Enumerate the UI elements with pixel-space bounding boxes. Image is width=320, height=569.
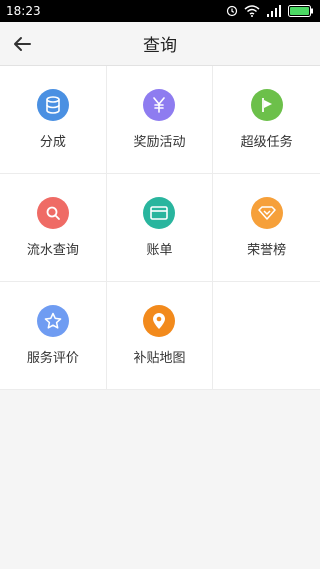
grid-item-subsidy-map[interactable]: 补贴地图	[106, 282, 214, 390]
search-icon	[46, 206, 60, 220]
star-icon	[44, 312, 62, 329]
status-bar: 18:23	[0, 0, 320, 22]
flow-icon-circle	[36, 197, 69, 229]
location-pin-icon	[153, 313, 166, 329]
card-icon	[150, 206, 169, 220]
grid-item-bill[interactable]: 账单	[106, 174, 214, 282]
back-button[interactable]	[10, 32, 34, 56]
share-icon-circle	[36, 89, 69, 121]
grid-item-label: 服务评价	[26, 351, 79, 366]
grid-item-label: 超级任务	[240, 135, 293, 150]
grid-item-label: 账单	[146, 243, 173, 258]
page-title: 查询	[143, 36, 177, 56]
header-bar: 查询	[0, 22, 320, 66]
status-icons	[226, 5, 314, 17]
task-icon-circle	[250, 89, 283, 121]
grid-item-label: 分成	[39, 135, 66, 150]
grid-item-flow-query[interactable]: 流水查询	[0, 174, 107, 282]
reward-icon-circle	[143, 89, 176, 121]
flag-icon	[261, 98, 272, 112]
grid-item-label: 补贴地图	[133, 351, 186, 366]
alarm-icon	[226, 5, 238, 17]
diamond-icon	[257, 206, 276, 220]
grid-item-reward-activity[interactable]: 奖励活动	[106, 66, 214, 174]
database-icon	[46, 96, 60, 114]
map-icon-circle	[143, 305, 176, 337]
signal-icon	[267, 5, 281, 17]
grid-item-share[interactable]: 分成	[0, 66, 107, 174]
grid-item-label: 荣誉榜	[247, 243, 287, 258]
yen-icon	[153, 97, 166, 113]
grid-item-honor-list[interactable]: 荣誉榜	[213, 174, 320, 282]
query-grid: 分成 奖励活动 超级任务 流水查询 账单 荣誉榜 服务评价 补贴地图	[0, 66, 320, 390]
back-arrow-icon	[14, 37, 31, 51]
grid-item-super-task[interactable]: 超级任务	[213, 66, 320, 174]
rating-icon-circle	[36, 305, 69, 337]
grid-item-label: 奖励活动	[133, 135, 186, 150]
wifi-icon	[244, 5, 260, 17]
status-time: 18:23	[6, 4, 41, 18]
grid-item-service-rating[interactable]: 服务评价	[0, 282, 107, 390]
grid-item-label: 流水查询	[26, 243, 79, 258]
honor-icon-circle	[250, 197, 283, 229]
grid-empty-cell	[213, 282, 320, 390]
bill-icon-circle	[143, 197, 176, 229]
battery-icon	[288, 5, 313, 17]
